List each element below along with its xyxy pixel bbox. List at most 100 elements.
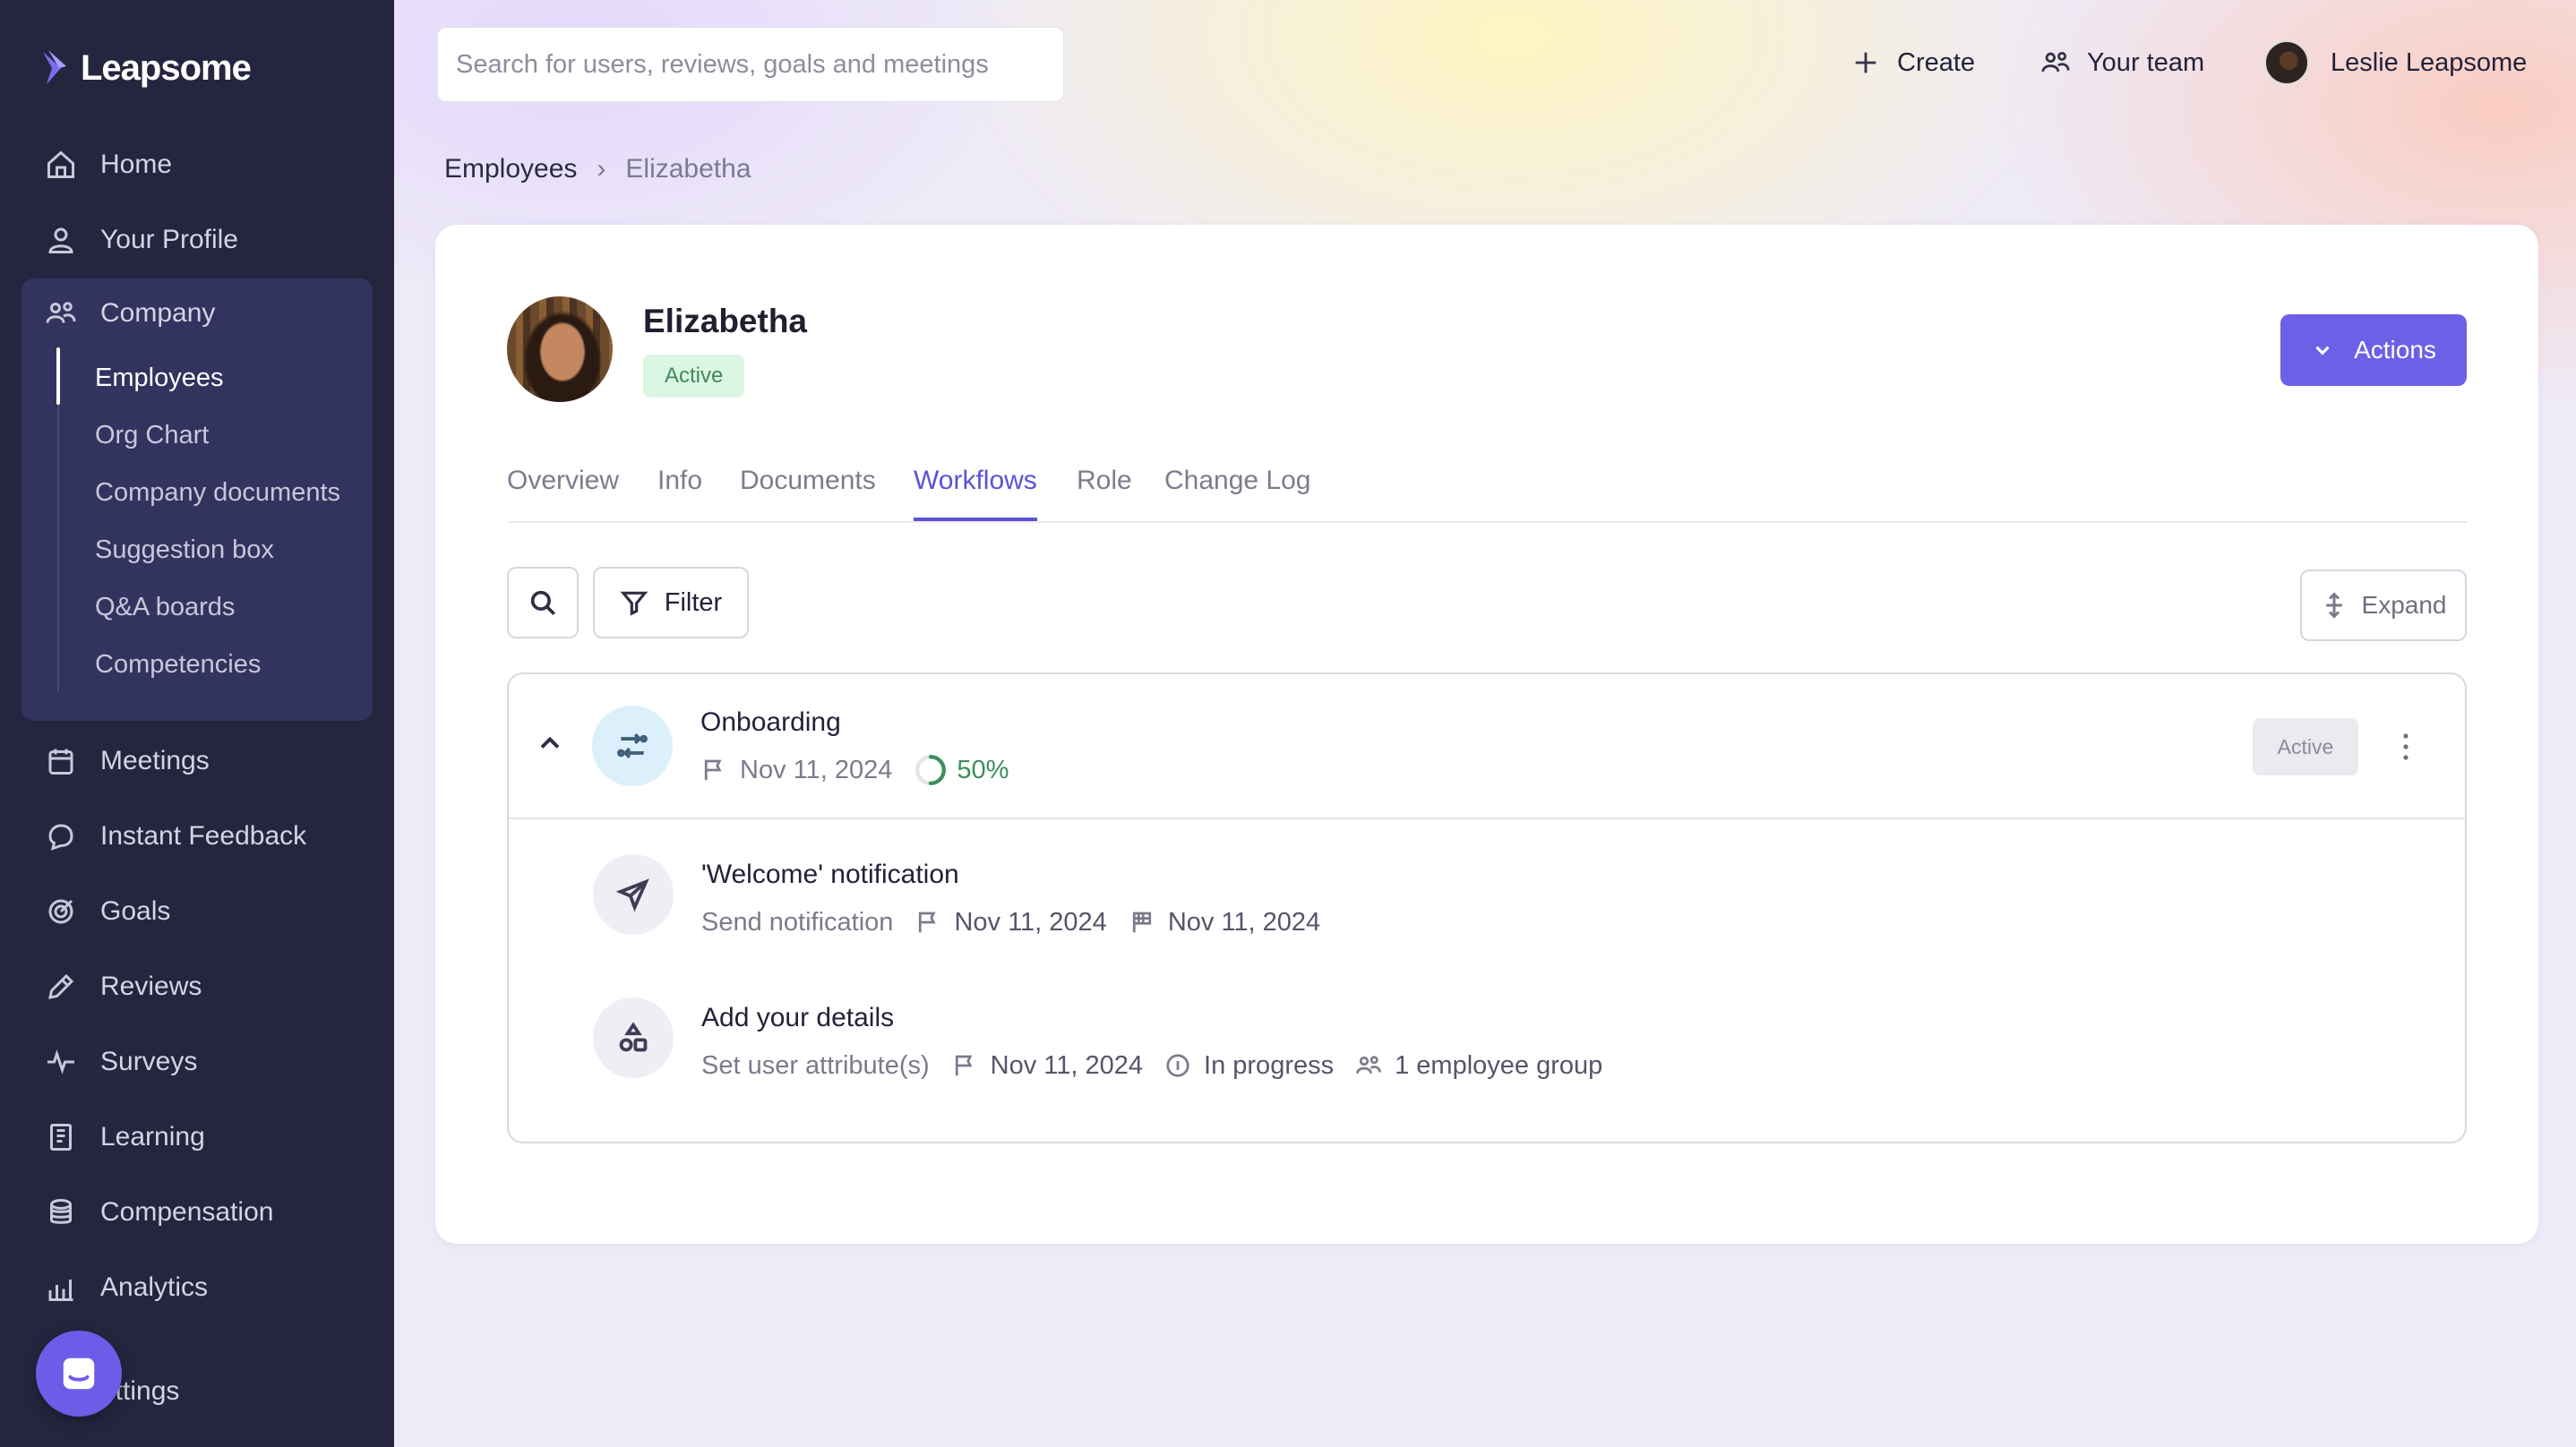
breadcrumb: Employees › Elizabetha (444, 147, 751, 192)
breadcrumb-current: Elizabetha (625, 154, 751, 184)
breadcrumb-employees[interactable]: Employees (444, 154, 577, 184)
sidebar-item-goals[interactable]: Goals (45, 885, 170, 938)
sidebar-item-label: Compensation (100, 1197, 274, 1227)
collapse-workflow-toggle[interactable] (534, 727, 566, 759)
plus-icon (1855, 52, 1876, 73)
support-chat-button[interactable] (36, 1331, 122, 1417)
expand-icon (2325, 592, 2342, 619)
send-icon (616, 878, 649, 912)
sidebar-item-your-profile[interactable]: Your Profile (45, 213, 238, 267)
leapsome-logo[interactable]: Leapsome (39, 41, 252, 95)
filter-label: Filter (664, 587, 723, 617)
workflow-date: Nov 11, 2024 (740, 755, 893, 784)
more-vertical-icon (2403, 733, 2409, 760)
group-icon (1356, 1056, 1381, 1075)
chevron-up-icon (540, 736, 560, 749)
subnav-item-company-documents[interactable]: Company documents (95, 467, 340, 518)
step-icon (593, 997, 674, 1078)
sidebar-item-compensation[interactable]: Compensation (45, 1186, 273, 1239)
sidebar-item-label: Company (100, 298, 216, 328)
your-team-label: Your team (2087, 47, 2205, 77)
expand-button[interactable]: Expand (2300, 569, 2467, 641)
tab-workflows[interactable]: Workflows (914, 466, 1037, 521)
flag-icon (704, 759, 722, 781)
info-icon (1166, 1054, 1189, 1077)
chart-icon (48, 1280, 73, 1301)
tab-overview[interactable]: Overview (507, 466, 619, 521)
profile-name: Elizabetha (643, 303, 807, 339)
pulse-icon (47, 1049, 74, 1075)
workflow-status-badge: Active (2253, 718, 2358, 775)
sidebar-item-home[interactable]: Home (45, 138, 172, 192)
sidebar-item-company[interactable]: Company (45, 287, 215, 340)
step-type: Set user attribute(s) (701, 1050, 930, 1080)
sidebar-item-surveys[interactable]: Surveys (45, 1035, 197, 1089)
workflow-arrows-icon (617, 732, 648, 759)
subnav-item-org-chart[interactable]: Org Chart (95, 410, 209, 460)
sidebar-item-label: Analytics (100, 1272, 209, 1302)
step-start-date: Nov 11, 2024 (954, 907, 1107, 937)
breadcrumb-separator: › (597, 154, 606, 184)
sidebar-item-label: Goals (100, 896, 171, 926)
workflow-divider (509, 818, 2465, 819)
flag-icon (955, 1055, 973, 1076)
logo-text: Leapsome (81, 47, 252, 88)
user-icon (48, 227, 73, 253)
search-input[interactable] (456, 49, 1063, 80)
global-search[interactable] (437, 27, 1064, 102)
workflow-more-button[interactable] (2390, 729, 2422, 765)
tab-role[interactable]: Role (1077, 466, 1132, 521)
search-button[interactable] (507, 567, 579, 638)
step-title[interactable]: 'Welcome' notification (701, 860, 959, 890)
sidebar-item-instant-feedback[interactable]: Instant Feedback (45, 809, 306, 863)
finish-flag-icon (1132, 912, 1151, 933)
search-icon (530, 590, 556, 616)
step-start-date: Nov 11, 2024 (990, 1050, 1144, 1080)
profile-avatar (507, 296, 613, 402)
sidebar-item-learning[interactable]: Learning (45, 1110, 205, 1164)
sidebar-item-label: Meetings (100, 746, 210, 775)
flag-icon (919, 912, 936, 933)
filter-button[interactable]: Filter (593, 567, 749, 638)
filter-icon (620, 591, 648, 616)
your-team-button[interactable]: Your team (2040, 36, 2204, 90)
sidebar-item-label: Surveys (100, 1047, 198, 1076)
sidebar-item-label: Reviews (100, 972, 202, 1001)
home-icon (47, 150, 74, 178)
workflow-title[interactable]: Onboarding (700, 707, 841, 738)
pencil-icon (48, 973, 74, 999)
step-meta: Set user attribute(s) Nov 11, 2024 In pr… (701, 1046, 1602, 1085)
shapes-icon (619, 1022, 648, 1052)
step-assignee: 1 employee group (1395, 1050, 1603, 1080)
leapsome-logo-icon (43, 50, 66, 84)
create-button[interactable]: Create (1850, 36, 1975, 90)
tab-info[interactable]: Info (657, 466, 702, 521)
sidebar-item-meetings[interactable]: Meetings (45, 734, 210, 788)
actions-label: Actions (2354, 336, 2436, 364)
chevron-down-icon (2315, 346, 2330, 355)
expand-label: Expand (2361, 591, 2447, 619)
coins-icon (50, 1199, 72, 1224)
user-menu[interactable]: Leslie Leapsome (2264, 36, 2527, 90)
tab-documents[interactable]: Documents (740, 466, 876, 521)
avatar (2264, 40, 2309, 85)
create-label: Create (1897, 47, 1976, 77)
chat-support-icon (63, 1357, 95, 1390)
subnav-item-suggestion-box[interactable]: Suggestion box (95, 525, 274, 575)
users-icon (46, 302, 76, 323)
actions-button[interactable]: Actions (2280, 314, 2467, 386)
sidebar-item-reviews[interactable]: Reviews (45, 960, 202, 1014)
target-icon (48, 899, 73, 924)
status-badge: Active (643, 355, 745, 398)
step-icon (593, 854, 674, 935)
tab-change-log[interactable]: Change Log (1164, 466, 1310, 521)
subnav-item-employees[interactable]: Employees (95, 353, 223, 403)
sidebar-item-label: Your Profile (100, 225, 238, 254)
step-title[interactable]: Add your details (701, 1003, 894, 1033)
sidebar: Leapsome Home Your Profile Company Emplo… (0, 0, 394, 1447)
sidebar-item-label: Instant Feedback (100, 821, 307, 851)
subnav-item-competencies[interactable]: Competencies (95, 639, 261, 689)
subnav-item-qa-boards[interactable]: Q&A boards (95, 582, 235, 632)
sidebar-item-analytics[interactable]: Analytics (45, 1261, 208, 1314)
sidebar-item-label: Learning (100, 1122, 205, 1152)
